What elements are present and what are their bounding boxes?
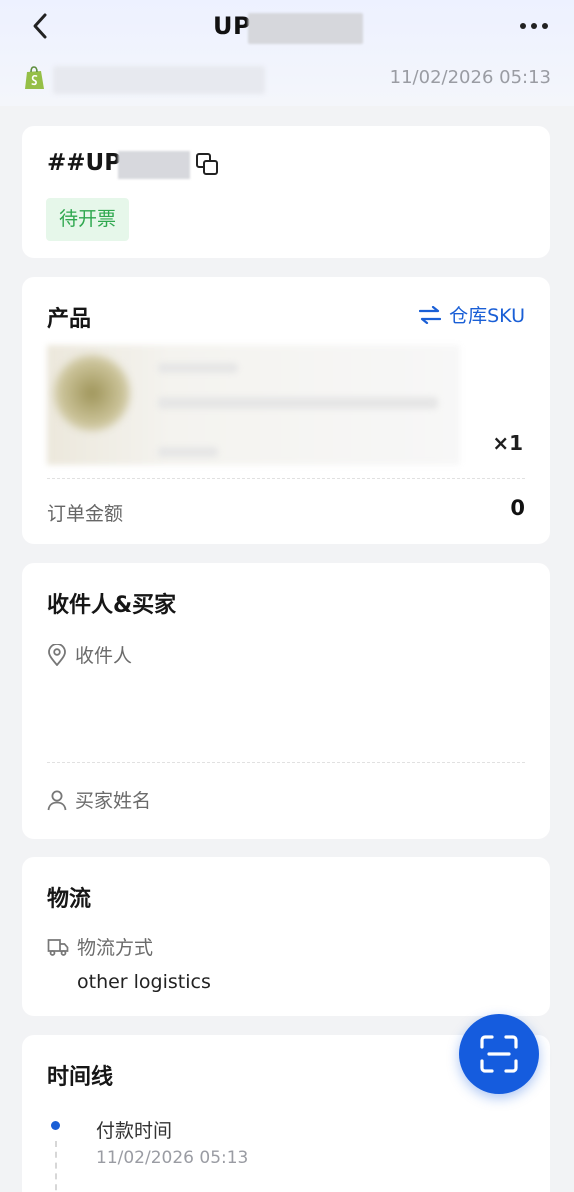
warehouse-sku-label: 仓库SKU bbox=[449, 305, 525, 327]
redacted-product-line bbox=[158, 447, 218, 457]
order-time: 11/02/2026 05:13 bbox=[389, 67, 551, 88]
redacted-store-name bbox=[53, 66, 265, 94]
truck-icon bbox=[47, 938, 69, 956]
top-bar: UP 11/02/2026 05:13 bbox=[0, 0, 574, 106]
shopify-bag-icon bbox=[25, 66, 44, 89]
chevron-left-icon bbox=[33, 13, 47, 39]
redacted-order-number bbox=[118, 151, 190, 179]
logistics-card: 物流 物流方式 other logistics bbox=[22, 857, 550, 1016]
order-amount-label: 订单金额 bbox=[47, 503, 124, 525]
page-title: UP bbox=[213, 12, 252, 40]
recipient-buyer-card: 收件人&买家 收件人 买家姓名 bbox=[22, 563, 550, 839]
back-button[interactable] bbox=[24, 10, 56, 42]
timeline-event-time: 11/02/2026 05:13 bbox=[96, 1148, 249, 1168]
copy-icon bbox=[196, 153, 218, 175]
user-icon bbox=[47, 790, 67, 810]
more-horizontal-icon bbox=[520, 23, 548, 29]
divider bbox=[47, 478, 525, 479]
scan-icon bbox=[480, 1035, 518, 1073]
swap-arrows-icon bbox=[419, 305, 442, 324]
more-button[interactable] bbox=[514, 12, 554, 40]
product-section-title: 产品 bbox=[47, 307, 92, 332]
logistics-section-title: 物流 bbox=[47, 887, 92, 912]
redacted-product-line bbox=[158, 397, 438, 409]
recipient-row: 收件人 bbox=[47, 641, 132, 668]
copy-button[interactable] bbox=[195, 152, 219, 176]
redacted-title bbox=[248, 13, 363, 44]
logistics-method-value: other logistics bbox=[77, 971, 211, 993]
order-amount-value: 0 bbox=[510, 496, 525, 520]
logistics-method-row: 物流方式 bbox=[47, 933, 153, 960]
timeline-dot bbox=[51, 1121, 60, 1130]
timeline-event-label: 付款时间 bbox=[96, 1120, 173, 1142]
order-detail-page: UP 11/02/2026 05:13 ##UP 待开票 产品 仓库SKU ×1… bbox=[0, 0, 574, 1192]
recipient-label: 收件人 bbox=[75, 645, 133, 667]
recipient-section-title: 收件人&买家 bbox=[47, 593, 177, 618]
status-badge: 待开票 bbox=[46, 198, 130, 241]
scan-button[interactable] bbox=[459, 1014, 539, 1094]
timeline-connector bbox=[55, 1141, 57, 1192]
logistics-method-label: 物流方式 bbox=[77, 937, 154, 959]
map-pin-icon bbox=[48, 643, 66, 666]
product-card: 产品 仓库SKU ×1 订单金额 0 bbox=[22, 277, 550, 544]
buyer-name-label: 买家姓名 bbox=[75, 790, 152, 812]
order-number-card: ##UP 待开票 bbox=[22, 126, 550, 258]
redacted-product-line bbox=[158, 363, 238, 373]
divider bbox=[47, 762, 525, 763]
product-thumbnail bbox=[54, 355, 130, 431]
warehouse-sku-link[interactable]: 仓库SKU bbox=[419, 301, 525, 328]
order-number: ##UP bbox=[47, 150, 122, 176]
buyer-row: 买家姓名 bbox=[47, 786, 151, 813]
product-quantity: ×1 bbox=[492, 431, 523, 455]
timeline-section-title: 时间线 bbox=[47, 1065, 114, 1090]
